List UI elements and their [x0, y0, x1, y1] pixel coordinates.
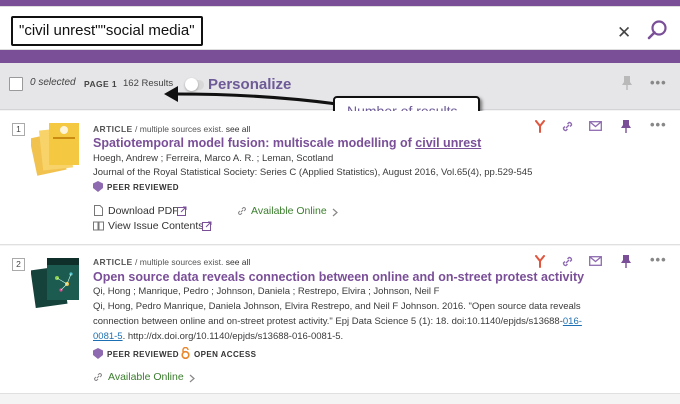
result-title[interactable]: Open source data reveals connection betw… — [93, 270, 584, 284]
open-access-icon — [181, 347, 190, 359]
result-citation-line: Qi, Hong, Pedro Manrique, Daniela Johnso… — [93, 301, 581, 312]
result-card[interactable]: 2 ARTICLE / multiple sources exist. see … — [0, 246, 680, 394]
result-type-label: ARTICLE — [93, 124, 133, 134]
result-sources: / multiple sources exist. — [135, 257, 224, 267]
see-all-link[interactable]: see all — [226, 124, 251, 134]
link-icon — [94, 373, 102, 381]
result-type: ARTICLE / multiple sources exist. see al… — [93, 124, 250, 134]
result-number: 2 — [12, 258, 25, 271]
result-title[interactable]: Spatiotemporal model fusion: multiscale … — [93, 136, 481, 150]
more-icon[interactable]: ••• — [650, 117, 667, 132]
selected-count: 0 selected — [30, 77, 76, 88]
view-issue-contents-link[interactable]: View Issue Contents — [108, 220, 204, 232]
search-query[interactable]: "civil unrest""social media" — [11, 16, 203, 46]
chevron-right-icon[interactable] — [332, 208, 338, 217]
email-icon[interactable] — [589, 256, 602, 266]
peer-reviewed-icon — [93, 348, 103, 359]
pdf-icon — [94, 205, 103, 216]
available-online-link[interactable]: Available Online — [108, 371, 184, 383]
available-online-link[interactable]: Available Online — [251, 205, 327, 217]
select-all-checkbox[interactable] — [9, 77, 23, 91]
open-access-badge: OPEN ACCESS — [194, 350, 257, 359]
doi-link[interactable]: 0081-5 — [93, 331, 123, 342]
result-title-highlight[interactable]: civil unrest — [415, 136, 481, 150]
pin-icon[interactable] — [620, 119, 632, 133]
download-pdf-link[interactable]: Download PDF — [108, 205, 179, 217]
result-thumbnail[interactable] — [31, 256, 83, 308]
search-header: "civil unrest""social media" ✕ — [0, 0, 680, 63]
result-citation-line: connection between online and on-street … — [93, 316, 582, 327]
search-icon[interactable] — [646, 19, 668, 41]
external-link-icon[interactable] — [202, 221, 212, 231]
result-authors: Hoegh, Andrew ; Ferreira, Marco A. R. ; … — [93, 153, 334, 164]
peer-reviewed-icon — [93, 181, 103, 192]
more-icon[interactable]: ••• — [650, 75, 667, 90]
book-icon — [93, 221, 104, 231]
chevron-right-icon[interactable] — [189, 374, 195, 383]
result-type: ARTICLE / multiple sources exist. see al… — [93, 257, 250, 267]
email-icon[interactable] — [589, 121, 602, 131]
result-citation-line: 0081-5. http://dx.doi.org/10.1140/epjds/… — [93, 331, 343, 342]
see-all-link[interactable]: see all — [226, 257, 251, 267]
result-type-label: ARTICLE — [93, 257, 133, 267]
citation-icon[interactable] — [534, 120, 546, 133]
result-authors: Qi, Hong ; Manrique, Pedro ; Johnson, Da… — [93, 286, 440, 297]
result-source: Journal of the Royal Statistical Society… — [93, 167, 533, 178]
citation-icon[interactable] — [534, 255, 546, 268]
result-citation-text: . http://dx.doi.org/10.1140/epjds/s13688… — [122, 331, 344, 342]
result-citation-text: connection between online and on-street … — [93, 316, 563, 327]
link-icon — [238, 207, 246, 215]
page-indicator: PAGE 1 — [84, 79, 117, 89]
pin-icon[interactable] — [620, 254, 632, 268]
clear-search-icon[interactable]: ✕ — [617, 23, 631, 43]
peer-reviewed-badge: PEER REVIEWED — [107, 350, 179, 359]
search-bar[interactable]: "civil unrest""social media" ✕ — [0, 6, 680, 50]
doi-link[interactable]: 016- — [563, 316, 582, 327]
more-icon[interactable]: ••• — [650, 252, 667, 267]
result-thumbnail[interactable] — [31, 121, 83, 177]
external-link-icon[interactable] — [177, 206, 187, 216]
peer-reviewed-badge: PEER REVIEWED — [107, 183, 179, 192]
result-number: 1 — [12, 123, 25, 136]
permalink-icon[interactable] — [561, 255, 574, 268]
pin-icon[interactable] — [621, 75, 633, 91]
result-sources: / multiple sources exist. — [135, 124, 224, 134]
result-card[interactable]: 1 ARTICLE / multiple sources exist. see … — [0, 111, 680, 245]
permalink-icon[interactable] — [561, 120, 574, 133]
annotation-arrow — [164, 86, 338, 106]
result-title-text[interactable]: Spatiotemporal model fusion: multiscale … — [93, 136, 415, 150]
